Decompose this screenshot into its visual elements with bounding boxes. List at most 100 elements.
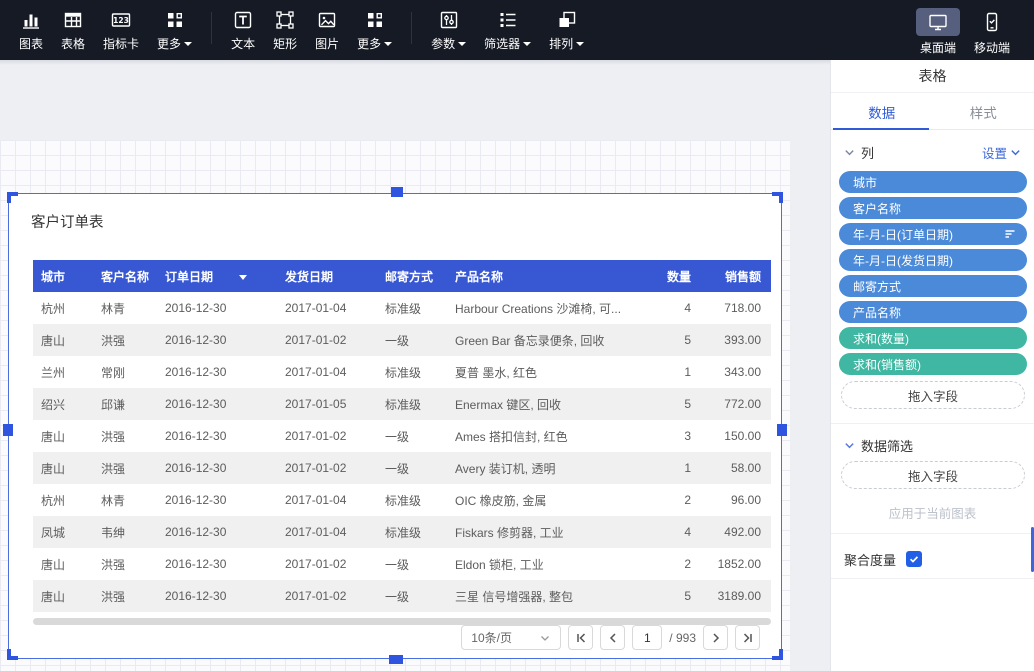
chevron-down-icon — [844, 147, 855, 158]
selection-edge-handle-right[interactable] — [777, 424, 787, 436]
table-cell: 5 — [661, 397, 701, 411]
field-pill-dimension[interactable]: 客户名称 — [839, 197, 1027, 219]
arrange-tool-button[interactable]: 排列 — [540, 8, 593, 52]
table-cell: 唐山 — [33, 556, 93, 573]
page-size-select[interactable]: 10条/页 — [461, 625, 561, 650]
field-pill-measure[interactable]: 求和(数量) — [839, 327, 1027, 349]
rectangle-tool-button[interactable]: 矩形 — [264, 8, 306, 52]
table-tool-button[interactable]: 表格 — [52, 8, 94, 52]
text-tool-button[interactable]: 文本 — [222, 8, 264, 52]
kpi-card-tool-button[interactable]: 123 指标卡 — [94, 8, 148, 52]
page-number-input[interactable] — [632, 625, 662, 650]
text-tool-label: 文本 — [231, 35, 255, 52]
field-pill-label: 产品名称 — [853, 304, 901, 321]
more-charts-button[interactable]: 更多 — [148, 8, 201, 52]
table-cell: 唐山 — [33, 332, 93, 349]
table-cell: 2016-12-30 — [157, 589, 277, 603]
table-cell: 标准级 — [377, 396, 447, 413]
panel-divider — [831, 533, 1034, 534]
field-pill-list: 城市客户名称年-月-日(订单日期) 年-月-日(发货日期) 邮寄方式产品名称求和(数… — [839, 171, 1027, 379]
table-header-cell[interactable]: 城市 — [33, 268, 93, 285]
table-cell: 洪强 — [93, 332, 157, 349]
settings-button[interactable]: 设置 — [982, 143, 1021, 162]
selection-corner-handle[interactable] — [7, 192, 18, 203]
desktop-icon — [916, 8, 960, 36]
field-pill-label: 年-月-日(发货日期) — [853, 252, 953, 269]
field-pill-dimension[interactable]: 年-月-日(订单日期) — [839, 223, 1027, 245]
horizontal-scrollbar[interactable] — [33, 618, 771, 625]
table-row: 兰州常刚2016-12-302017-01-04标准级夏普 墨水, 红色1343… — [33, 356, 771, 388]
image-tool-button[interactable]: 图片 — [306, 8, 348, 52]
image-icon — [315, 8, 339, 32]
table-cell: 3189.00 — [701, 589, 771, 603]
filter-drop-zone[interactable]: 拖入字段 — [841, 461, 1025, 489]
image-tool-label: 图片 — [315, 35, 339, 52]
config-panel: 表格 数据 样式 列 设置 城市客户名称年-月-日(订单日期)年-月-日(发货日… — [830, 60, 1034, 671]
sort-desc-icon[interactable] — [1003, 227, 1017, 241]
tab-data[interactable]: 数据 — [831, 94, 933, 129]
page-total-label: / 993 — [669, 631, 696, 645]
panel-divider — [831, 423, 1034, 424]
table-header-cell[interactable]: 订单日期 — [157, 268, 277, 285]
field-pill-dimension[interactable]: 邮寄方式 — [839, 275, 1027, 297]
table-cell: 2017-01-02 — [277, 461, 377, 475]
columns-drop-zone[interactable]: 拖入字段 — [841, 381, 1025, 409]
table-header-cell[interactable]: 邮寄方式 — [377, 268, 447, 285]
table-header-cell[interactable]: 产品名称 — [447, 268, 661, 285]
text-icon — [231, 8, 255, 32]
tab-style[interactable]: 样式 — [933, 94, 1034, 129]
chart-tool-label: 图表 — [19, 35, 43, 52]
table-cell: 一级 — [377, 428, 447, 445]
table-header-cell[interactable]: 发货日期 — [277, 268, 377, 285]
mobile-mode-button[interactable]: 移动端 — [970, 8, 1014, 56]
selection-corner-handle[interactable] — [772, 192, 783, 203]
dashboard-canvas[interactable]: 客户订单表 城市客户名称订单日期发货日期邮寄方式产品名称数量销售额 杭州林青20… — [0, 60, 830, 671]
table-cell: 4 — [661, 525, 701, 539]
table-header-cell[interactable]: 客户名称 — [93, 268, 157, 285]
chevron-down-icon — [539, 632, 551, 644]
selection-corner-handle[interactable] — [7, 649, 18, 660]
field-pill-dimension[interactable]: 年-月-日(发货日期) — [839, 249, 1027, 271]
first-page-button[interactable] — [568, 625, 593, 650]
table-icon — [61, 8, 85, 32]
table-cell: 一级 — [377, 556, 447, 573]
filter-tool-button[interactable]: 筛选器 — [475, 8, 540, 52]
table-header-cell[interactable]: 销售额 — [701, 268, 771, 285]
table-cell: Fiskars 修剪器, 工业 — [447, 524, 661, 541]
table-cell: 林青 — [93, 492, 157, 509]
table-cell: 1 — [661, 461, 701, 475]
more-elements-button[interactable]: 更多 — [348, 8, 401, 52]
table-cell: Green Bar 备忘录便条, 回收 — [447, 332, 661, 349]
table-widget[interactable]: 客户订单表 城市客户名称订单日期发货日期邮寄方式产品名称数量销售额 杭州林青20… — [8, 193, 782, 659]
table-cell: 718.00 — [701, 301, 771, 315]
table-cell: 洪强 — [93, 428, 157, 445]
columns-section-header[interactable]: 列 设置 — [831, 140, 1034, 164]
table-cell: 常刚 — [93, 364, 157, 381]
field-pill-dimension[interactable]: 产品名称 — [839, 301, 1027, 323]
field-pill-dimension[interactable]: 城市 — [839, 171, 1027, 193]
kpi-card-tool-label: 指标卡 — [103, 35, 139, 52]
aggregate-measure-checkbox[interactable] — [906, 551, 922, 567]
app-window: 图表 表格 123 指标卡 更多 — [0, 0, 1034, 671]
last-page-button[interactable] — [735, 625, 760, 650]
table-cell: 林青 — [93, 300, 157, 317]
table-header-cell[interactable]: 数量 — [661, 268, 701, 285]
table-cell: 393.00 — [701, 333, 771, 347]
selection-edge-handle-left[interactable] — [3, 424, 13, 436]
selection-edge-handle-bottom[interactable] — [389, 655, 403, 664]
orders-table: 城市客户名称订单日期发货日期邮寄方式产品名称数量销售额 杭州林青2016-12-… — [33, 260, 771, 612]
field-pill-measure[interactable]: 求和(销售额) — [839, 353, 1027, 375]
field-pill-label: 邮寄方式 — [853, 278, 901, 295]
prev-page-button[interactable] — [600, 625, 625, 650]
sort-desc-icon[interactable] — [239, 275, 247, 280]
more-charts-label: 更多 — [157, 35, 192, 52]
parameter-tool-button[interactable]: 参数 — [422, 8, 475, 52]
selection-corner-handle[interactable] — [772, 649, 783, 660]
chart-tool-button[interactable]: 图表 — [10, 8, 52, 52]
filter-section-header[interactable]: 数据筛选 — [831, 433, 1034, 457]
desktop-mode-button[interactable]: 桌面端 — [916, 8, 960, 56]
selection-edge-handle-top[interactable] — [391, 187, 403, 197]
next-page-button[interactable] — [703, 625, 728, 650]
toolbar-group-elements: 文本 矩形 图片 更多 — [222, 8, 401, 52]
mobile-icon — [970, 8, 1014, 36]
